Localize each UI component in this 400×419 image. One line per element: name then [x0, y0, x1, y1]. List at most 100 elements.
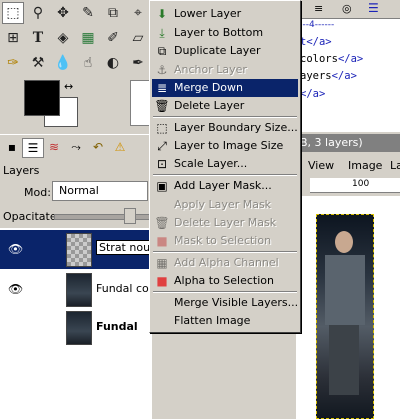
- editor-background: ≡ ◎ ☰ ----4------ t</a> colors</a> ayers…: [296, 0, 400, 132]
- alpha-selection-icon: ■: [156, 274, 168, 288]
- layer-row[interactable]: Fundal: [0, 308, 152, 347]
- menu-item-label: Flatten Image: [174, 314, 251, 327]
- menu-item-anchor-layer[interactable]: ⚓ Anchor Layer: [152, 61, 298, 79]
- menu-item-merge-down[interactable]: ≣ Merge Down: [152, 79, 298, 97]
- menu-item-layer-boundary-size[interactable]: ⬚ Layer Boundary Size...: [152, 119, 298, 137]
- measure-tool-icon[interactable]: ⊞: [2, 27, 24, 49]
- color-picker-tool-icon[interactable]: ⌖: [127, 2, 149, 24]
- menu-item-merge-visible-layers[interactable]: Merge Visible Layers...: [152, 294, 298, 312]
- layer-row[interactable]: 👁 Fundal cop: [0, 270, 156, 309]
- layer-context-menu: ⬇ Lower Layer ⤓ Layer to Bottom ⧉ Duplic…: [149, 0, 301, 333]
- mode-select[interactable]: Normal: [52, 181, 148, 201]
- menu-item-scale-layer[interactable]: ⊡ Scale Layer...: [152, 155, 298, 173]
- menu-item-label: Delete Layer Mask: [174, 216, 277, 229]
- airbrush-tool-icon[interactable]: ✑: [2, 52, 24, 74]
- eraser-tool-icon[interactable]: ▱: [127, 27, 149, 49]
- resize-icon: ⤢: [157, 138, 167, 153]
- character-body: [325, 255, 365, 325]
- scale-icon: ⊡: [156, 157, 168, 171]
- boundary-icon: ⬚: [156, 121, 168, 135]
- menu-image[interactable]: Image: [348, 159, 382, 172]
- free-select-tool-icon[interactable]: ⬚: [2, 2, 24, 24]
- tab-layers-icon[interactable]: ☰: [22, 138, 44, 158]
- tab-undo-icon[interactable]: ↶: [88, 138, 108, 156]
- menu-item-lower-layer[interactable]: ⬇ Lower Layer: [152, 5, 298, 23]
- code-tag: </a>: [331, 70, 357, 82]
- editor-toolbar: ≡ ◎ ☰: [296, 0, 400, 19]
- foreground-color-swatch[interactable]: [24, 80, 60, 116]
- mask-add-icon: ▣: [156, 179, 168, 193]
- code-line: t</a>: [300, 36, 332, 48]
- menu-item-label: Scale Layer...: [174, 157, 248, 170]
- menu-item-label: Anchor Layer: [174, 63, 247, 76]
- opacity-slider-thumb[interactable]: [124, 208, 136, 224]
- opacity-label: Opacitate:: [3, 210, 61, 223]
- menu-item-mask-to-selection[interactable]: ■ Mask to Selection: [152, 232, 298, 250]
- menu-separator: [153, 251, 297, 253]
- editor-toolbar-icon[interactable]: ◎: [342, 2, 352, 15]
- eye-icon[interactable]: 👁: [8, 282, 26, 296]
- paintbrush-tool-icon[interactable]: ✐: [102, 27, 124, 49]
- menu-item-label: Mask to Selection: [174, 234, 272, 247]
- code-tag: t</a>: [300, 36, 332, 48]
- eye-icon[interactable]: 👁: [8, 242, 26, 256]
- tab-channels-icon[interactable]: ≋: [44, 138, 64, 156]
- menu-item-delete-layer[interactable]: 🗑 Delete Layer: [152, 97, 298, 115]
- layer-thumbnail: [66, 233, 92, 267]
- swap-colors-icon[interactable]: ↔: [64, 80, 73, 93]
- gradient-tool-icon[interactable]: ▦: [77, 27, 99, 49]
- blur-tool-icon[interactable]: 💧: [52, 52, 74, 74]
- trash-icon: 🗑: [154, 99, 170, 113]
- menu-item-apply-layer-mask[interactable]: Apply Layer Mask: [152, 196, 298, 214]
- pencil-tool-icon[interactable]: ✎: [77, 2, 99, 24]
- dock-tabs: ▪ ☰ ≋ ⤳ ↶ ⚠: [0, 134, 152, 159]
- editor-toolbar-icon[interactable]: ☰: [368, 1, 379, 15]
- layer-name-input[interactable]: Strat nou: [96, 240, 154, 255]
- menu-view[interactable]: View: [308, 159, 334, 172]
- menu-item-layer-to-image-size[interactable]: ⤢ Layer to Image Size: [152, 137, 298, 155]
- layer-row[interactable]: 👁 Strat nou: [0, 230, 154, 269]
- transform-tool-icon[interactable]: ⧉: [102, 2, 124, 24]
- code-line: colors</a>: [300, 53, 363, 65]
- bucket-fill-tool-icon[interactable]: ◈: [52, 27, 74, 49]
- layer-list: 👁 Strat nou 👁 Fundal cop Fundal: [0, 228, 156, 419]
- smudge-tool-icon[interactable]: ☝: [77, 52, 99, 74]
- menu-item-layer-to-bottom[interactable]: ⤓ Layer to Bottom: [152, 24, 298, 42]
- tab-paths-icon[interactable]: ⤳: [66, 138, 86, 156]
- menu-item-flatten-image[interactable]: Flatten Image: [152, 312, 298, 330]
- editor-ruler: ----4------: [296, 20, 335, 30]
- code-line: </a>: [300, 88, 325, 100]
- menu-item-add-layer-mask[interactable]: ▣ Add Layer Mask...: [152, 177, 298, 195]
- image-menubar: View Image La: [296, 156, 400, 176]
- menu-item-add-alpha-channel[interactable]: ▦ Add Alpha Channel: [152, 254, 298, 272]
- clone-tool-icon[interactable]: ⚒: [27, 52, 49, 74]
- menu-item-duplicate-layer[interactable]: ⧉ Duplicate Layer: [152, 42, 298, 60]
- menu-layer[interactable]: La: [390, 159, 400, 172]
- character-legs: [329, 325, 359, 395]
- dodge-tool-icon[interactable]: ◐: [102, 52, 124, 74]
- mode-select-value: Normal: [59, 184, 99, 197]
- tab-warning-icon[interactable]: ⚠: [110, 138, 130, 156]
- fuzzy-select-tool-icon[interactable]: ⚲: [27, 2, 49, 24]
- image-content: [316, 214, 374, 419]
- menu-separator: [153, 116, 297, 118]
- menu-item-label: Lower Layer: [174, 7, 242, 20]
- opacity-slider-track[interactable]: [54, 214, 152, 220]
- merge-icon: ≣: [156, 81, 168, 95]
- menu-item-label: Alpha to Selection: [174, 274, 275, 287]
- ink-tool-icon[interactable]: ✒: [127, 52, 149, 74]
- text-tool-icon[interactable]: T: [27, 27, 49, 49]
- layer-name: Fundal: [96, 320, 138, 333]
- menu-item-alpha-to-selection[interactable]: ■ Alpha to Selection: [152, 272, 298, 290]
- mask-selection-icon: ■: [156, 234, 168, 248]
- arrow-bottom-icon: ⤓: [159, 25, 165, 40]
- editor-toolbar-icon[interactable]: ≡: [314, 2, 323, 15]
- menu-item-label: Duplicate Layer: [174, 44, 261, 57]
- menu-item-label: Merge Down: [174, 81, 244, 94]
- move-tool-icon[interactable]: ✥: [52, 2, 74, 24]
- tab-tool-options-icon[interactable]: ▪: [2, 138, 22, 156]
- menu-item-delete-layer-mask[interactable]: 🗑 Delete Layer Mask: [152, 214, 298, 232]
- ruler-label: 100: [352, 179, 370, 189]
- menu-item-label: Layer to Bottom: [174, 26, 264, 39]
- menu-item-label: Apply Layer Mask: [174, 198, 272, 211]
